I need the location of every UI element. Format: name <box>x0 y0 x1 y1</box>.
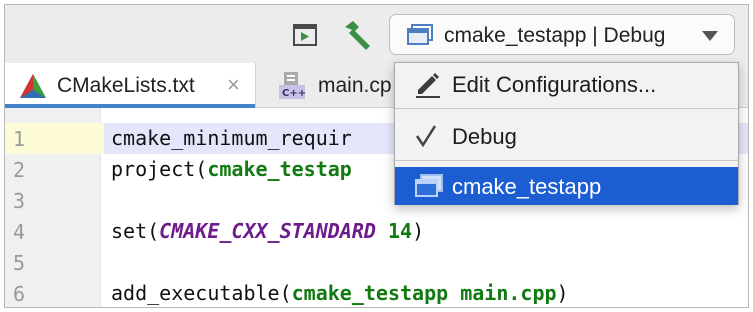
main-toolbar: cmake_testapp | Debug <box>5 5 748 64</box>
ide-window: cmake_testapp | Debug CMakeLists.txt × C… <box>4 4 749 308</box>
code-text: add_executable(cmake_testapp main.cpp) <box>111 281 569 305</box>
menu-item-cmake-testapp[interactable]: cmake_testapp <box>395 167 738 205</box>
line-number: 5 <box>13 251 26 275</box>
tab-label: CMakeLists.txt <box>57 74 195 97</box>
code-text: set(CMAKE_CXX_STANDARD 14) <box>111 219 425 243</box>
build-hammer-icon[interactable] <box>339 19 375 51</box>
line-number: 3 <box>13 189 26 213</box>
code-line: 6 add_executable(cmake_testapp main.cpp) <box>5 278 748 307</box>
run-configuration-selector[interactable]: cmake_testapp | Debug <box>389 14 735 55</box>
code-text: project(cmake_testap <box>111 157 352 181</box>
check-icon <box>415 125 437 148</box>
tab-label: main.cp <box>318 74 392 97</box>
cpp-file-icon: C++ <box>279 72 306 99</box>
chevron-down-icon <box>702 31 718 41</box>
tab-cmakelists[interactable]: CMakeLists.txt × <box>5 63 256 108</box>
menu-item-label: cmake_testapp <box>452 174 602 199</box>
line-number: 1 <box>13 127 26 151</box>
run-configuration-dropdown: Edit Configurations... Debug cmake_testa… <box>394 62 739 205</box>
pencil-icon <box>416 73 440 98</box>
app-window-icon <box>407 24 433 45</box>
cpp-badge: C++ <box>282 88 306 99</box>
menu-item-label: Debug <box>452 124 517 149</box>
line-number: 4 <box>13 220 26 244</box>
line-number: 2 <box>13 158 26 182</box>
code-text: cmake_minimum_requir <box>111 126 352 150</box>
menu-separator <box>395 160 738 161</box>
menu-item-debug[interactable]: Debug <box>395 117 738 155</box>
run-configuration-label: cmake_testapp | Debug <box>444 24 666 47</box>
line-number: 6 <box>13 282 26 306</box>
run-window-icon[interactable] <box>291 22 319 48</box>
menu-item-edit-configurations[interactable]: Edit Configurations... <box>395 65 738 103</box>
cmake-icon <box>20 74 46 98</box>
menu-separator <box>395 108 738 109</box>
code-line: 4 set(CMAKE_CXX_STANDARD 14) <box>5 216 748 247</box>
app-window-icon <box>415 174 443 197</box>
close-icon[interactable]: × <box>227 72 240 98</box>
menu-item-label: Edit Configurations... <box>452 72 657 97</box>
code-line: 5 <box>5 247 748 278</box>
